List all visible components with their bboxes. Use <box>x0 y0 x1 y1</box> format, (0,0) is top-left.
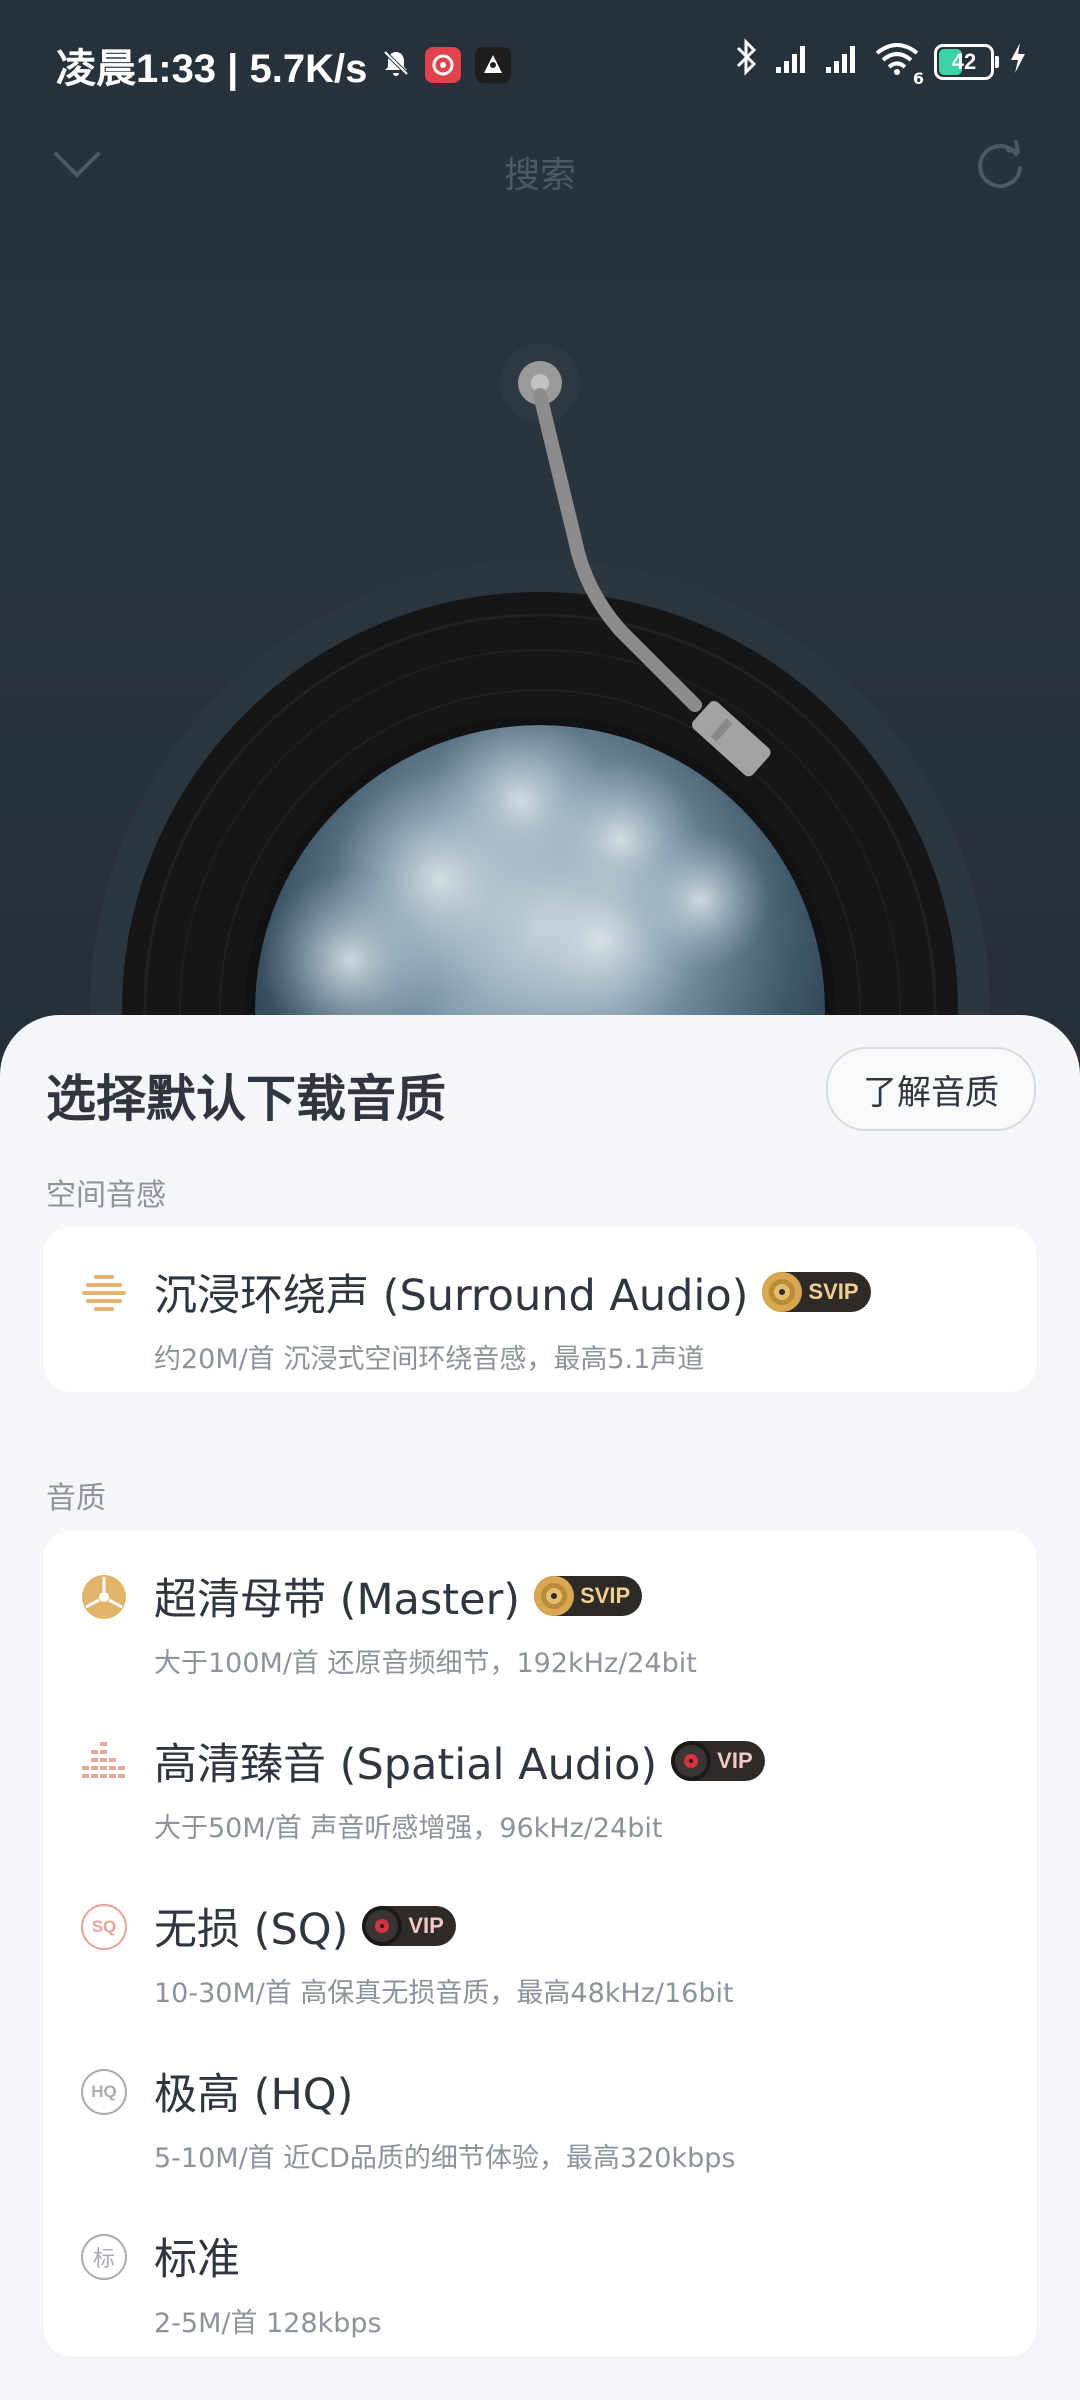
quality-option-sq[interactable]: SQ 无损 (SQ) VIP 10-30M/首 高保真无损音质，最高48kHz/… <box>44 1861 1036 2026</box>
equalizer-icon <box>80 1738 128 1786</box>
section-label-spatial: 空间音感 <box>46 1178 166 1213</box>
header-title: 搜索 <box>503 155 576 196</box>
svip-badge: SVIP <box>534 1576 643 1616</box>
status-bar: 凌晨1:33 | 5.7K/s 6 42 <box>0 0 1080 120</box>
stream-app-icon <box>475 47 512 83</box>
signal-icon <box>824 40 860 84</box>
player-header: 搜索 <box>0 120 1080 220</box>
charging-icon <box>1008 40 1028 84</box>
svip-badge: SVIP <box>762 1272 871 1312</box>
option-description: 大于50M/首 声音听感增强，96kHz/24bit <box>154 1813 663 1844</box>
badge-label: SVIP <box>580 1583 631 1608</box>
vinyl-disc-icon <box>362 1906 403 1946</box>
gold-disc-icon <box>762 1272 803 1312</box>
standard-icon-text: 标 <box>81 2234 127 2280</box>
surround-audio-icon <box>80 1269 128 1317</box>
option-description: 2-5M/首 128kbps <box>154 2308 382 2339</box>
hq-icon: HQ <box>80 2068 128 2116</box>
vip-badge: VIP <box>671 1741 765 1781</box>
badge-label: VIP <box>408 1913 444 1938</box>
learn-quality-button[interactable]: 了解音质 <box>826 1047 1036 1131</box>
vip-badge: VIP <box>362 1906 456 1946</box>
option-name: 极高 (HQ) <box>154 2070 354 2120</box>
section-label-quality: 音质 <box>46 1481 106 1516</box>
quality-option-hq[interactable]: HQ 极高 (HQ) 5-10M/首 近CD品质的细节体验，最高320kbps <box>44 2026 1036 2191</box>
option-description: 大于100M/首 还原音频细节，192kHz/24bit <box>154 1648 697 1679</box>
spatial-card: 沉浸环绕声 (Surround Audio) SVIP 约20M/首 沉浸式空间… <box>44 1227 1036 1392</box>
standard-icon: 标 <box>80 2233 128 2281</box>
option-name: 标准 <box>154 2235 240 2285</box>
sq-icon: SQ <box>80 1903 128 1951</box>
wifi-icon: 6 <box>874 40 924 88</box>
quality-option-spatial[interactable]: 高清臻音 (Spatial Audio) VIP 大于50M/首 声音听感增强，… <box>44 1696 1036 1861</box>
quality-card: 超清母带 (Master) SVIP 大于100M/首 还原音频细节，192kH… <box>44 1531 1036 2356</box>
gold-disc-icon <box>534 1576 575 1616</box>
option-name: 无损 (SQ) <box>154 1905 349 1955</box>
hq-icon-text: HQ <box>81 2069 127 2115</box>
status-time-speed: 凌晨1:33 | 5.7K/s <box>56 47 368 91</box>
quality-bottom-sheet: 选择默认下载音质 了解音质 空间音感 沉浸环绕声 (Surround Audio… <box>0 1015 1080 2400</box>
battery-icon: 42 <box>934 43 999 80</box>
sq-icon-text: SQ <box>81 1904 127 1950</box>
signal-icon <box>774 40 810 84</box>
mute-bell-icon <box>381 43 411 88</box>
badge-label: VIP <box>717 1748 753 1773</box>
vinyl-disc-icon <box>671 1741 712 1781</box>
option-description: 5-10M/首 近CD品质的细节体验，最高320kbps <box>154 2143 736 2174</box>
quality-option-standard[interactable]: 标 标准 2-5M/首 128kbps <box>44 2191 1036 2356</box>
quality-option-master[interactable]: 超清母带 (Master) SVIP 大于100M/首 还原音频细节，192kH… <box>44 1531 1036 1696</box>
bluetooth-icon <box>734 38 760 85</box>
sheet-title: 选择默认下载音质 <box>46 1070 446 1128</box>
battery-level: 42 <box>951 48 977 74</box>
option-description: 约20M/首 沉浸式空间环绕音感，最高5.1声道 <box>154 1344 705 1375</box>
quality-option-surround[interactable]: 沉浸环绕声 (Surround Audio) SVIP 约20M/首 沉浸式空间… <box>44 1227 1036 1392</box>
option-name: 高清臻音 (Spatial Audio) <box>154 1740 658 1790</box>
master-disc-icon <box>80 1573 128 1621</box>
option-description: 10-30M/首 高保真无损音质，最高48kHz/16bit <box>154 1978 734 2009</box>
refresh-icon[interactable] <box>972 138 1028 198</box>
netease-music-app-icon <box>425 47 462 83</box>
badge-label: SVIP <box>808 1279 859 1304</box>
option-name: 沉浸环绕声 (Surround Audio) <box>154 1271 749 1321</box>
wifi-label: 6 <box>912 68 924 88</box>
option-name: 超清母带 (Master) <box>154 1575 521 1625</box>
